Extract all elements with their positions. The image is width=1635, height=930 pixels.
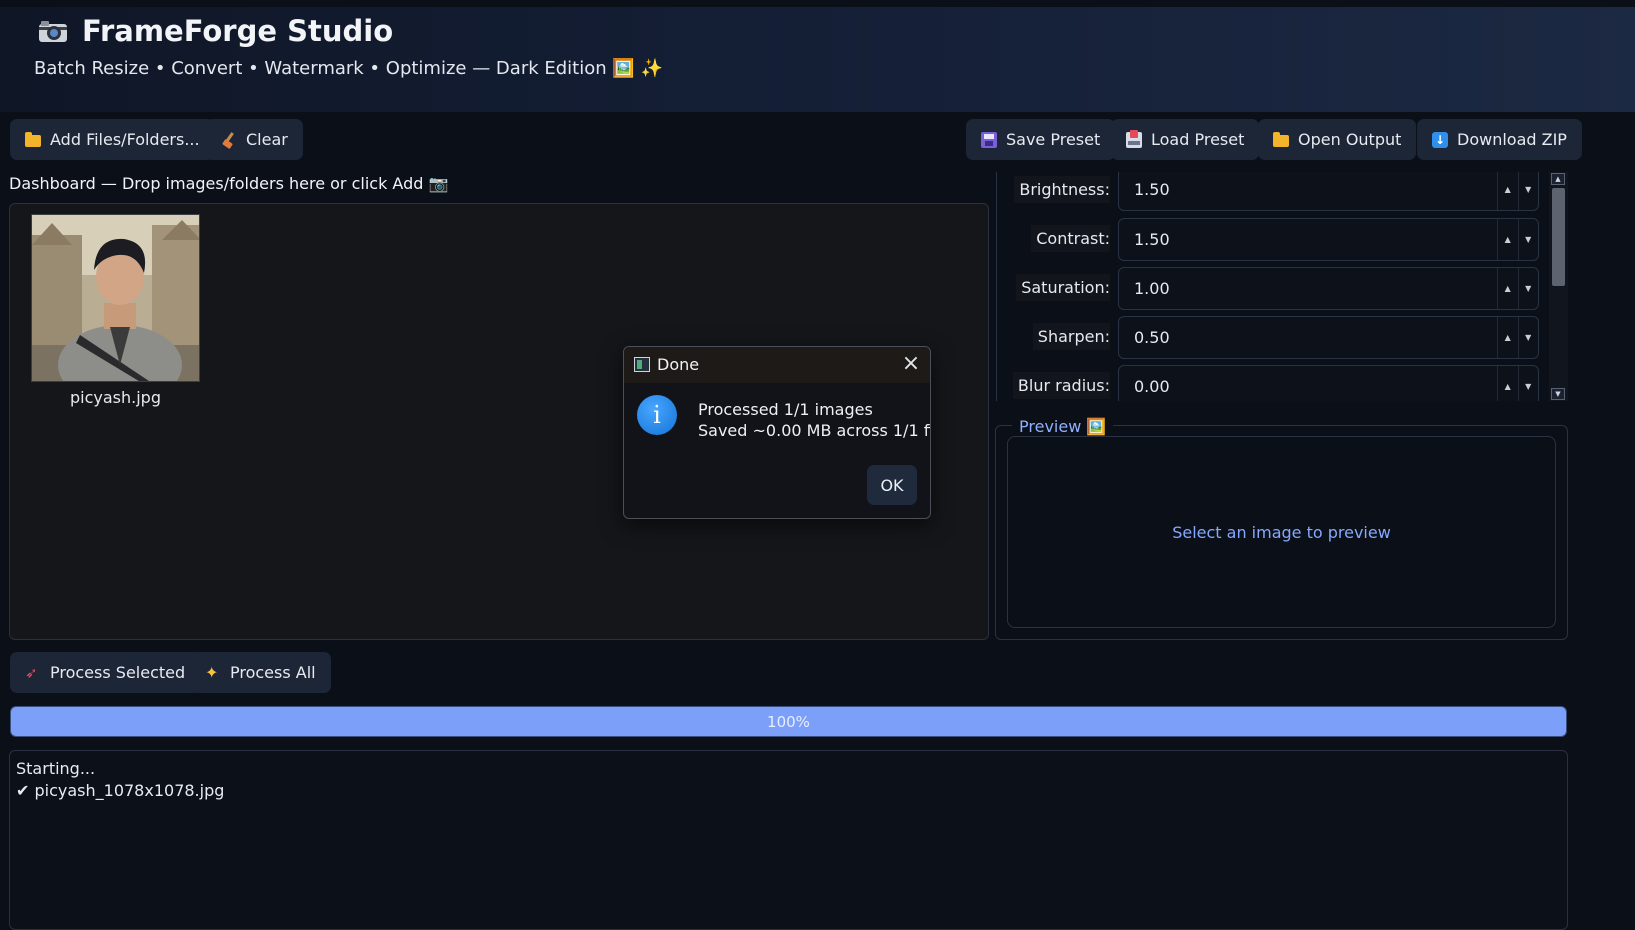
spin-down-icon[interactable]: ▼ (1517, 172, 1539, 210)
blur-radius-value: 0.00 (1134, 377, 1170, 396)
preview-placeholder: Select an image to preview (1172, 522, 1391, 542)
contrast-value: 1.50 (1134, 230, 1170, 249)
info-icon: i (637, 395, 677, 435)
spin-down-icon[interactable]: ▼ (1517, 219, 1539, 260)
sparkles-icon: ✦ (205, 662, 219, 682)
image-thumbnail[interactable] (31, 214, 200, 382)
settings-divider (996, 172, 997, 401)
thumbnail-filename: picyash.jpg (70, 388, 161, 407)
camera-icon (39, 21, 67, 42)
done-dialog: Done × i Processed 1/1 images Saved ~0.0… (623, 346, 931, 519)
dashboard-label: Dashboard — Drop images/folders here or … (9, 174, 449, 193)
clear-button[interactable]: Clear (206, 119, 303, 160)
contrast-label: Contrast: (1000, 225, 1110, 252)
process-selected-label: Process Selected (50, 663, 186, 682)
process-all-label: Process All (230, 663, 316, 682)
spin-up-icon[interactable]: ▲ (1498, 317, 1518, 358)
inbox-tray-icon (1126, 129, 1142, 148)
process-all-button[interactable]: ✦ Process All (190, 652, 331, 693)
preview-title: Preview 🖼️ (1012, 417, 1114, 436)
open-output-label: Open Output (1298, 130, 1402, 149)
app-title: FrameForge Studio (38, 14, 393, 48)
saturation-label: Saturation: (1000, 274, 1110, 301)
window-app-icon (634, 357, 650, 372)
settings-scrollbar[interactable]: ▲ ▼ (1549, 172, 1568, 401)
add-files-button[interactable]: Add Files/Folders... (10, 119, 215, 160)
scrollbar-thumb[interactable] (1552, 188, 1565, 286)
contrast-spinbox[interactable]: 1.50 ▲ ▼ (1118, 218, 1539, 261)
log-line: Starting... (16, 759, 96, 778)
sharpen-spinbox[interactable]: 0.50 ▲ ▼ (1118, 316, 1539, 359)
rocket-icon: ➶ (25, 663, 38, 682)
preview-area: Select an image to preview (1007, 436, 1556, 628)
save-preset-label: Save Preset (1006, 130, 1101, 149)
spin-down-icon[interactable]: ▼ (1517, 366, 1539, 401)
broom-icon (221, 132, 237, 148)
ok-button[interactable]: OK (867, 465, 917, 505)
app-subtitle: Batch Resize • Convert • Watermark • Opt… (34, 58, 663, 79)
log-output[interactable]: Starting... ✔ picyash_1078x1078.jpg (9, 750, 1568, 930)
process-selected-button[interactable]: ➶ Process Selected (10, 652, 201, 693)
spin-down-icon[interactable]: ▼ (1517, 268, 1539, 309)
app-title-text: FrameForge Studio (82, 14, 394, 48)
download-zip-button[interactable]: ↓ Download ZIP (1417, 119, 1582, 160)
folder-icon (1273, 132, 1289, 147)
sharpen-value: 0.50 (1134, 328, 1170, 347)
folder-icon (25, 132, 41, 147)
log-line: ✔ picyash_1078x1078.jpg (16, 781, 225, 800)
open-output-button[interactable]: Open Output (1258, 119, 1417, 160)
dialog-message-line: Processed 1/1 images (698, 400, 873, 419)
brightness-spinbox[interactable]: 1.50 ▲ ▼ (1118, 172, 1539, 211)
spin-down-icon[interactable]: ▼ (1517, 317, 1539, 358)
scroll-up-icon[interactable]: ▲ (1551, 173, 1565, 185)
close-icon[interactable]: × (899, 351, 923, 377)
sharpen-label: Sharpen: (1000, 323, 1110, 350)
brightness-label: Brightness: (1000, 176, 1110, 203)
download-zip-label: Download ZIP (1457, 130, 1567, 149)
dialog-titlebar: Done × (624, 347, 930, 383)
thumbnail-image (32, 215, 199, 381)
blur-radius-label: Blur radius: (1000, 372, 1110, 399)
spin-up-icon[interactable]: ▲ (1498, 366, 1518, 401)
spin-up-icon[interactable]: ▲ (1498, 268, 1518, 309)
saturation-value: 1.00 (1134, 279, 1170, 298)
clear-label: Clear (246, 130, 288, 149)
add-files-label: Add Files/Folders... (50, 130, 200, 149)
load-preset-button[interactable]: Load Preset (1111, 119, 1260, 160)
load-preset-label: Load Preset (1151, 130, 1245, 149)
scroll-down-icon[interactable]: ▼ (1551, 388, 1565, 400)
dialog-message: Processed 1/1 images Saved ~0.00 MB acro… (698, 399, 931, 441)
brightness-value: 1.50 (1134, 180, 1170, 199)
floppy-icon (981, 131, 997, 148)
progress-text: 100% (767, 712, 810, 731)
settings-panel: Brightness: 1.50 ▲ ▼ Contrast: 1.50 ▲ ▼ Sa… (996, 172, 1568, 401)
dialog-message-line: Saved ~0.00 MB across 1/1 files (698, 421, 931, 440)
dialog-title: Done (657, 355, 700, 374)
save-preset-button[interactable]: Save Preset (966, 119, 1116, 160)
spin-up-icon[interactable]: ▲ (1498, 219, 1518, 260)
progress-bar: 100% (10, 706, 1567, 737)
saturation-spinbox[interactable]: 1.00 ▲ ▼ (1118, 267, 1539, 310)
spin-up-icon[interactable]: ▲ (1498, 172, 1518, 210)
blur-radius-spinbox[interactable]: 0.00 ▲ ▼ (1118, 365, 1539, 401)
download-arrow-icon: ↓ (1432, 131, 1448, 148)
